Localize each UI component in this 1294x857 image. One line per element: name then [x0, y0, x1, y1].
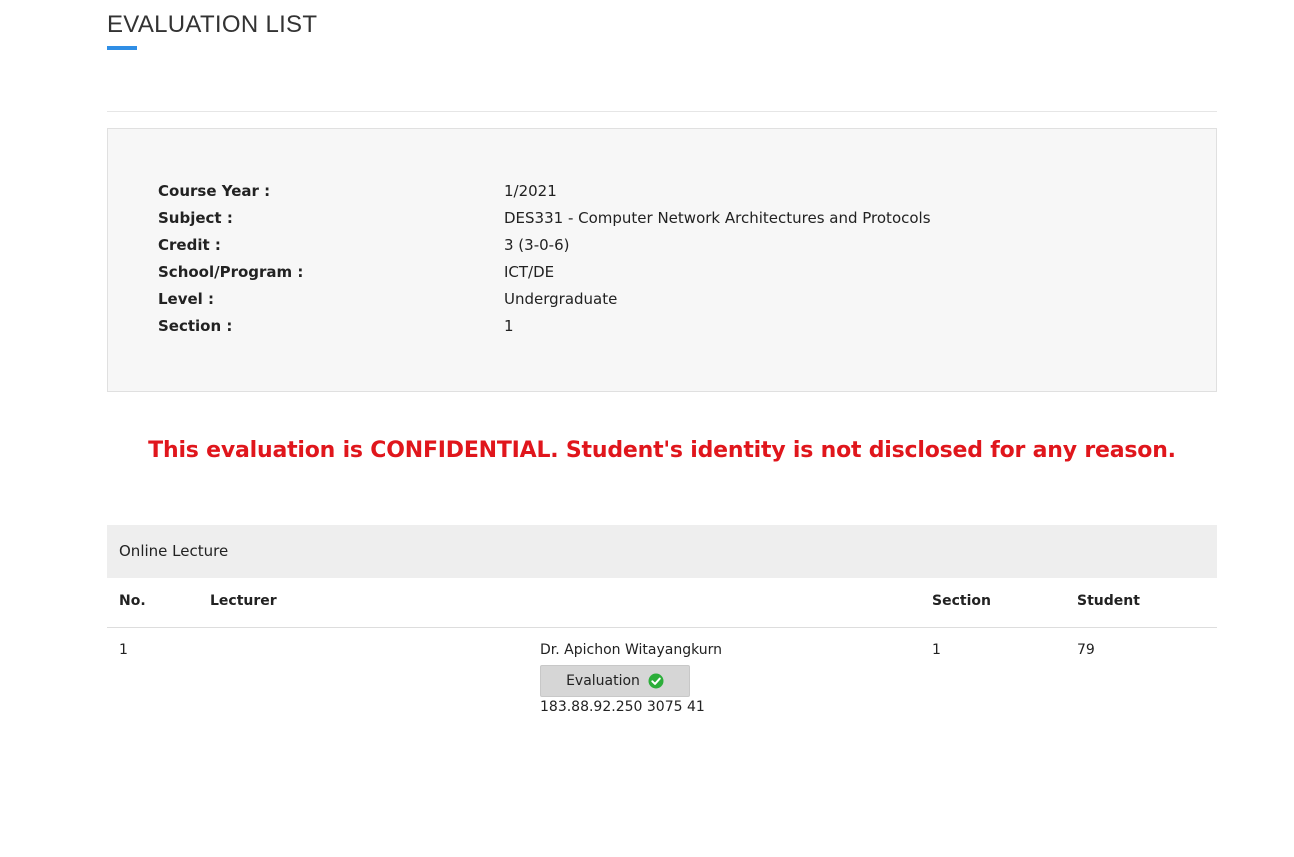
evaluation-list-page: EVALUATION LIST Course Year : 1/2021 Sub…: [0, 0, 1294, 857]
course-year-label: Course Year :: [158, 182, 271, 200]
subject-value: DES331 - Computer Network Architectures …: [504, 209, 931, 227]
column-header-lecturer: Lecturer: [210, 593, 277, 609]
school-program-row: School/Program : ICT/DE: [158, 259, 1158, 286]
evaluation-button[interactable]: Evaluation: [540, 665, 690, 697]
credit-label: Credit :: [158, 236, 221, 254]
section-value: 1: [504, 317, 514, 335]
table-row: 1 Dr. Apichon Witayangkurn Evaluation 18…: [107, 629, 1217, 729]
header-divider: [107, 111, 1217, 112]
course-info-panel: Course Year : 1/2021 Subject : DES331 - …: [107, 128, 1217, 392]
row-student-count: 79: [1077, 642, 1095, 658]
lecturer-name: Dr. Apichon Witayangkurn: [540, 642, 723, 658]
subject-label: Subject :: [158, 209, 233, 227]
evaluation-button-label: Evaluation: [566, 673, 640, 689]
subject-row: Subject : DES331 - Computer Network Arch…: [158, 205, 1158, 232]
course-year-value: 1/2021: [504, 182, 557, 200]
level-label: Level :: [158, 290, 215, 308]
section-header: Online Lecture: [107, 525, 1217, 578]
column-header-student: Student: [1077, 593, 1140, 609]
row-section: 1: [932, 642, 941, 658]
school-program-value: ICT/DE: [504, 263, 555, 281]
column-header-no: No.: [119, 593, 146, 609]
column-header-section: Section: [932, 593, 991, 609]
credit-row: Credit : 3 (3-0-6): [158, 232, 1158, 259]
row-number: 1: [119, 642, 128, 658]
section-row: Section : 1: [158, 313, 1158, 340]
table-header: No. Lecturer Section Student: [107, 578, 1217, 628]
check-circle-icon: [648, 673, 664, 689]
level-row: Level : Undergraduate: [158, 286, 1158, 313]
credit-value: 3 (3-0-6): [504, 236, 570, 254]
section-title: Online Lecture: [119, 542, 229, 560]
level-value: Undergraduate: [504, 290, 618, 308]
title-accent-bar: [107, 46, 137, 50]
confidential-notice: This evaluation is CONFIDENTIAL. Student…: [148, 438, 1176, 463]
section-label: Section :: [158, 317, 233, 335]
school-program-label: School/Program :: [158, 263, 304, 281]
evaluation-info-text: 183.88.92.250 3075 41: [540, 699, 705, 715]
page-title: EVALUATION LIST: [107, 11, 318, 38]
course-year-row: Course Year : 1/2021: [158, 178, 1158, 205]
